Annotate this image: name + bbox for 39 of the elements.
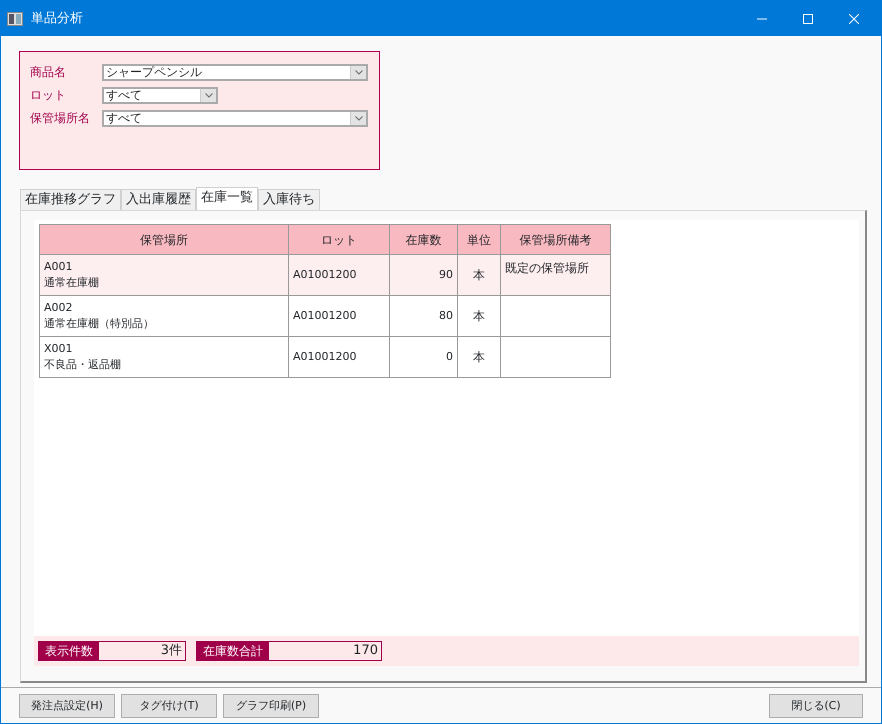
column-header: ロット	[288, 224, 390, 254]
caret-icon	[350, 66, 366, 78]
table-cell: 80	[390, 296, 458, 336]
table-cell: 本	[458, 296, 500, 336]
caret-icon	[200, 88, 216, 102]
dropdown-field[interactable]: シャープペンシル	[102, 64, 368, 80]
table-cell: A01001200	[288, 254, 390, 296]
tab[interactable]: 在庫一覧	[196, 187, 258, 210]
table-cell: 本	[458, 336, 500, 378]
table-cell: A01001200	[288, 296, 390, 336]
table-cell: A001 通常在庫棚	[40, 254, 288, 296]
action-button[interactable]: 発注点設定(H)	[19, 694, 115, 718]
dropdown-field[interactable]: すべて	[102, 110, 368, 126]
filter-label: ロット	[30, 87, 67, 104]
summary-label: 表示件数	[39, 642, 99, 660]
column-header: 在庫数	[390, 224, 458, 254]
column-header: 保管場所備考	[500, 224, 610, 254]
table-cell: A01001200	[288, 336, 390, 378]
table-cell: 90	[390, 254, 458, 296]
filter-label: 保管場所名	[30, 110, 91, 127]
table-cell: 既定の保管場所	[500, 254, 610, 296]
tab[interactable]: 入庫待ち	[258, 189, 320, 210]
action-button[interactable]: タグ付け(T)	[121, 694, 217, 718]
column-header: 保管場所	[40, 224, 288, 254]
table-cell: 本	[458, 254, 500, 296]
column-header: 単位	[458, 224, 500, 254]
window-title: 単品分析	[31, 10, 84, 28]
table-cell: X001 不良品・返品棚	[40, 336, 288, 378]
close-button[interactable]: 閉じる(C)	[769, 694, 863, 718]
action-button[interactable]: グラフ印刷(P)	[223, 694, 319, 718]
caret-icon	[350, 112, 366, 124]
app-icon	[7, 12, 23, 26]
summary-label: 在庫数合計	[197, 642, 269, 660]
filter-label: 商品名	[30, 64, 67, 81]
tab[interactable]: 入出庫履歴	[121, 189, 196, 210]
dropdown-field[interactable]: すべて	[102, 86, 218, 104]
table-cell: A002 通常在庫棚（特別品）	[40, 296, 288, 336]
table-cell: 0	[390, 336, 458, 378]
tab[interactable]: 在庫推移グラフ	[20, 189, 121, 210]
